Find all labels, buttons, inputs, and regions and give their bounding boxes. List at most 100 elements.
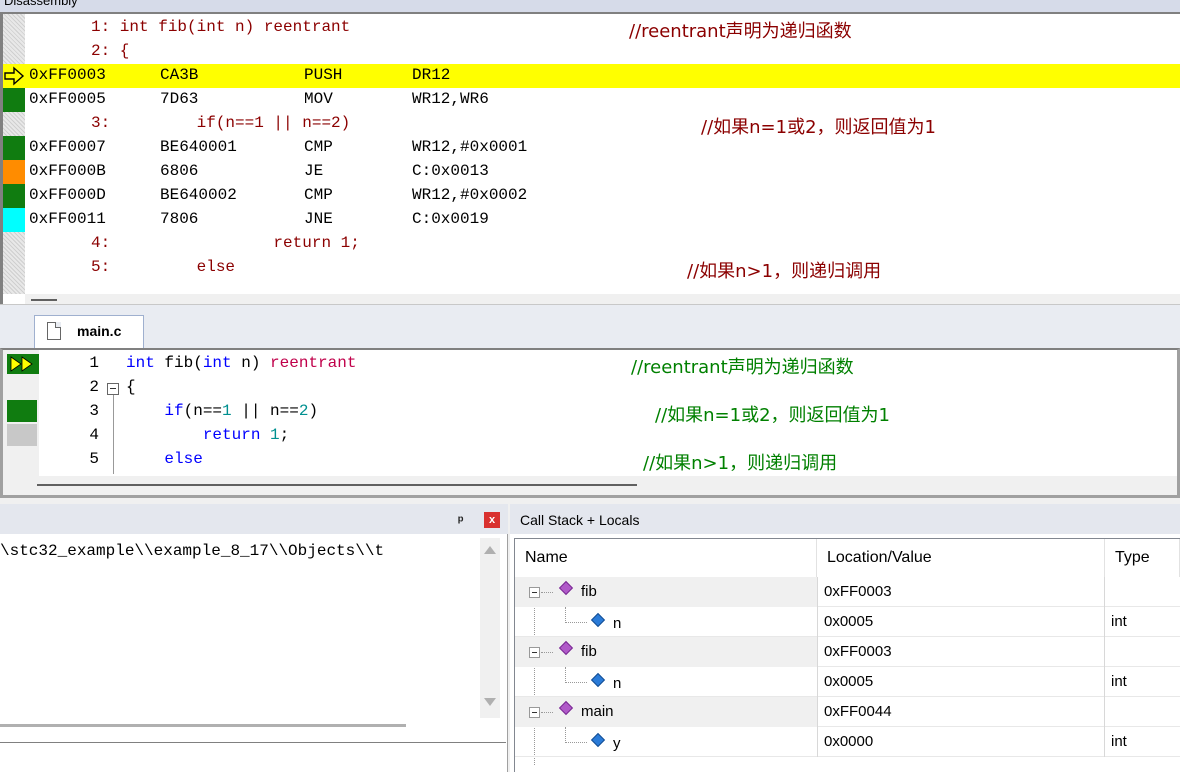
disasm-source-text: 3: if(n==1 || n==2) [91,114,351,132]
frame-name: fib [581,583,597,600]
close-icon[interactable]: x [484,512,500,528]
disasm-current-line[interactable]: 0xFF0003 CA3B PUSH DR12 [3,64,1180,88]
tree-connector [541,652,553,653]
disasm-source-line[interactable]: 5: else //如果n>1，则递归调用 [3,256,1180,282]
coverage-marker-green [3,136,25,160]
disasm-source-text: 5: else [91,258,236,276]
column-header-location[interactable]: Location/Value [817,539,1105,577]
disasm-source-text: 2: { [91,42,130,60]
type-cell [1105,577,1180,607]
call-stack-row[interactable]: fib 0xFF0003 [515,637,1180,667]
asm-address: 0xFF0005 [29,90,106,108]
divider [0,742,506,743]
command-panel-titlebar: ᵖ x [0,504,508,534]
column-header-type[interactable]: Type [1105,539,1180,577]
disassembly-horizontal-scrollbar[interactable] [25,294,1180,304]
line-number: 4 [89,426,99,444]
disasm-source-line[interactable]: 1: int fib(int n) reentrant //reentrant声… [3,16,1180,42]
asm-opcode: CA3B [160,66,199,84]
code-line[interactable]: 1 int fib(int n) reentrant //reentrant声明… [3,352,1177,378]
asm-mnemonic: JE [304,162,324,180]
file-icon [47,322,61,340]
coverage-marker-green [3,184,25,208]
disasm-source-line[interactable]: 4: return 1; [3,232,1180,256]
editor-horizontal-scrollbar[interactable] [3,476,1177,495]
scrollbar-thumb[interactable] [31,299,57,301]
line-number: 5 [89,450,99,468]
value-cell[interactable]: 0x0005 [817,607,1105,637]
asm-mnemonic: MOV [304,90,333,108]
value-cell[interactable]: 0x0000 [817,727,1105,757]
asm-mnemonic: PUSH [304,66,343,84]
disasm-asm-line[interactable]: 0xFF0007 BE640001 CMP WR12,#0x0001 [3,136,1180,160]
tab-main-c[interactable]: main.c [34,315,144,349]
code-line[interactable]: 4 return 1; [3,424,1177,448]
asm-operand: WR12,#0x0002 [412,186,528,204]
value-cell[interactable]: 0x0005 [817,667,1105,697]
asm-address: 0xFF000D [29,186,106,204]
function-icon [558,640,574,656]
code-line[interactable]: 2 { [3,376,1177,400]
disasm-asm-line[interactable]: 0xFF000D BE640002 CMP WR12,#0x0002 [3,184,1180,208]
disasm-source-text: 4: return 1; [91,234,360,252]
name-cell: main [515,697,817,727]
tree-connector [565,667,587,683]
disasm-source-line[interactable]: 3: if(n==1 || n==2) //如果n=1或2，则返回值为1 [3,112,1180,138]
call-stack-row[interactable]: main 0xFF0044 [515,697,1180,727]
source-editor[interactable]: 1 int fib(int n) reentrant //reentrant声明… [0,348,1180,498]
call-stack-row[interactable]: fib 0xFF0003 [515,577,1180,607]
tree-connector [541,592,553,593]
scrollbar-thumb[interactable] [37,484,637,486]
function-icon [558,700,574,716]
fold-collapse-icon[interactable] [107,383,119,395]
call-stack-row[interactable]: y 0x0000 int [515,727,1180,757]
collapse-icon[interactable] [529,707,540,718]
asm-opcode: 7D63 [160,90,199,108]
tree-connector [565,607,587,623]
code-line[interactable]: 5 else //如果n>1，则递归调用 [3,448,1177,474]
disasm-asm-line[interactable]: 0xFF0005 7D63 MOV WR12,WR6 [3,88,1180,112]
scroll-up-arrow-icon[interactable] [484,546,496,554]
pin-icon[interactable]: ᵖ [458,512,472,528]
location-cell: 0xFF0044 [817,697,1105,727]
editor-tab-bar: main.c [0,304,1180,349]
disasm-source-line[interactable]: 2: { [3,40,1180,64]
name-cell: fib [515,577,817,607]
disassembly-pane[interactable]: 1: int fib(int n) reentrant //reentrant声… [0,12,1180,304]
call-stack-title: Call Stack + Locals [520,512,640,528]
asm-operand: DR12 [412,66,451,84]
collapse-icon[interactable] [529,647,540,658]
coverage-marker-green [7,400,37,422]
call-stack-row[interactable]: n 0x0005 int [515,607,1180,637]
variable-icon [590,672,606,688]
asm-operand: C:0x0013 [412,162,489,180]
asm-mnemonic: JNE [304,210,333,228]
type-cell: int [1111,733,1127,750]
disasm-asm-line[interactable]: 0xFF000B 6806 JE C:0x0013 [3,160,1180,184]
asm-address: 0xFF000B [29,162,106,180]
asm-operand: C:0x0019 [412,210,489,228]
column-header-name[interactable]: Name [515,539,817,577]
asm-opcode: BE640001 [160,138,237,156]
command-output-text: \stc32_example\\example_8_17\\Objects\\t [0,542,385,560]
disasm-asm-line[interactable]: 0xFF0011 7806 JNE C:0x0019 [3,208,1180,232]
code-text: { [126,378,136,396]
command-vertical-scrollbar[interactable] [480,538,500,718]
line-number: 3 [89,402,99,420]
code-text: else [164,450,203,468]
asm-opcode: 7806 [160,210,199,228]
asm-operand: WR12,WR6 [412,90,489,108]
name-cell: y [515,727,817,757]
code-text: if(n==1 || n==2) [164,402,319,420]
command-horizontal-scrollbar[interactable] [0,724,406,727]
asm-opcode: 6806 [160,162,199,180]
asm-address: 0xFF0011 [29,210,106,228]
variable-name: y [613,735,621,752]
scroll-down-arrow-icon[interactable] [484,698,496,706]
code-text: int fib(int n) reentrant [126,354,357,372]
name-cell: n [515,667,817,697]
tab-label: main.c [77,323,122,339]
call-stack-row[interactable]: n 0x0005 int [515,667,1180,697]
collapse-icon[interactable] [529,587,540,598]
code-line[interactable]: 3 if(n==1 || n==2) //如果n=1或2，则返回值为1 [3,400,1177,426]
